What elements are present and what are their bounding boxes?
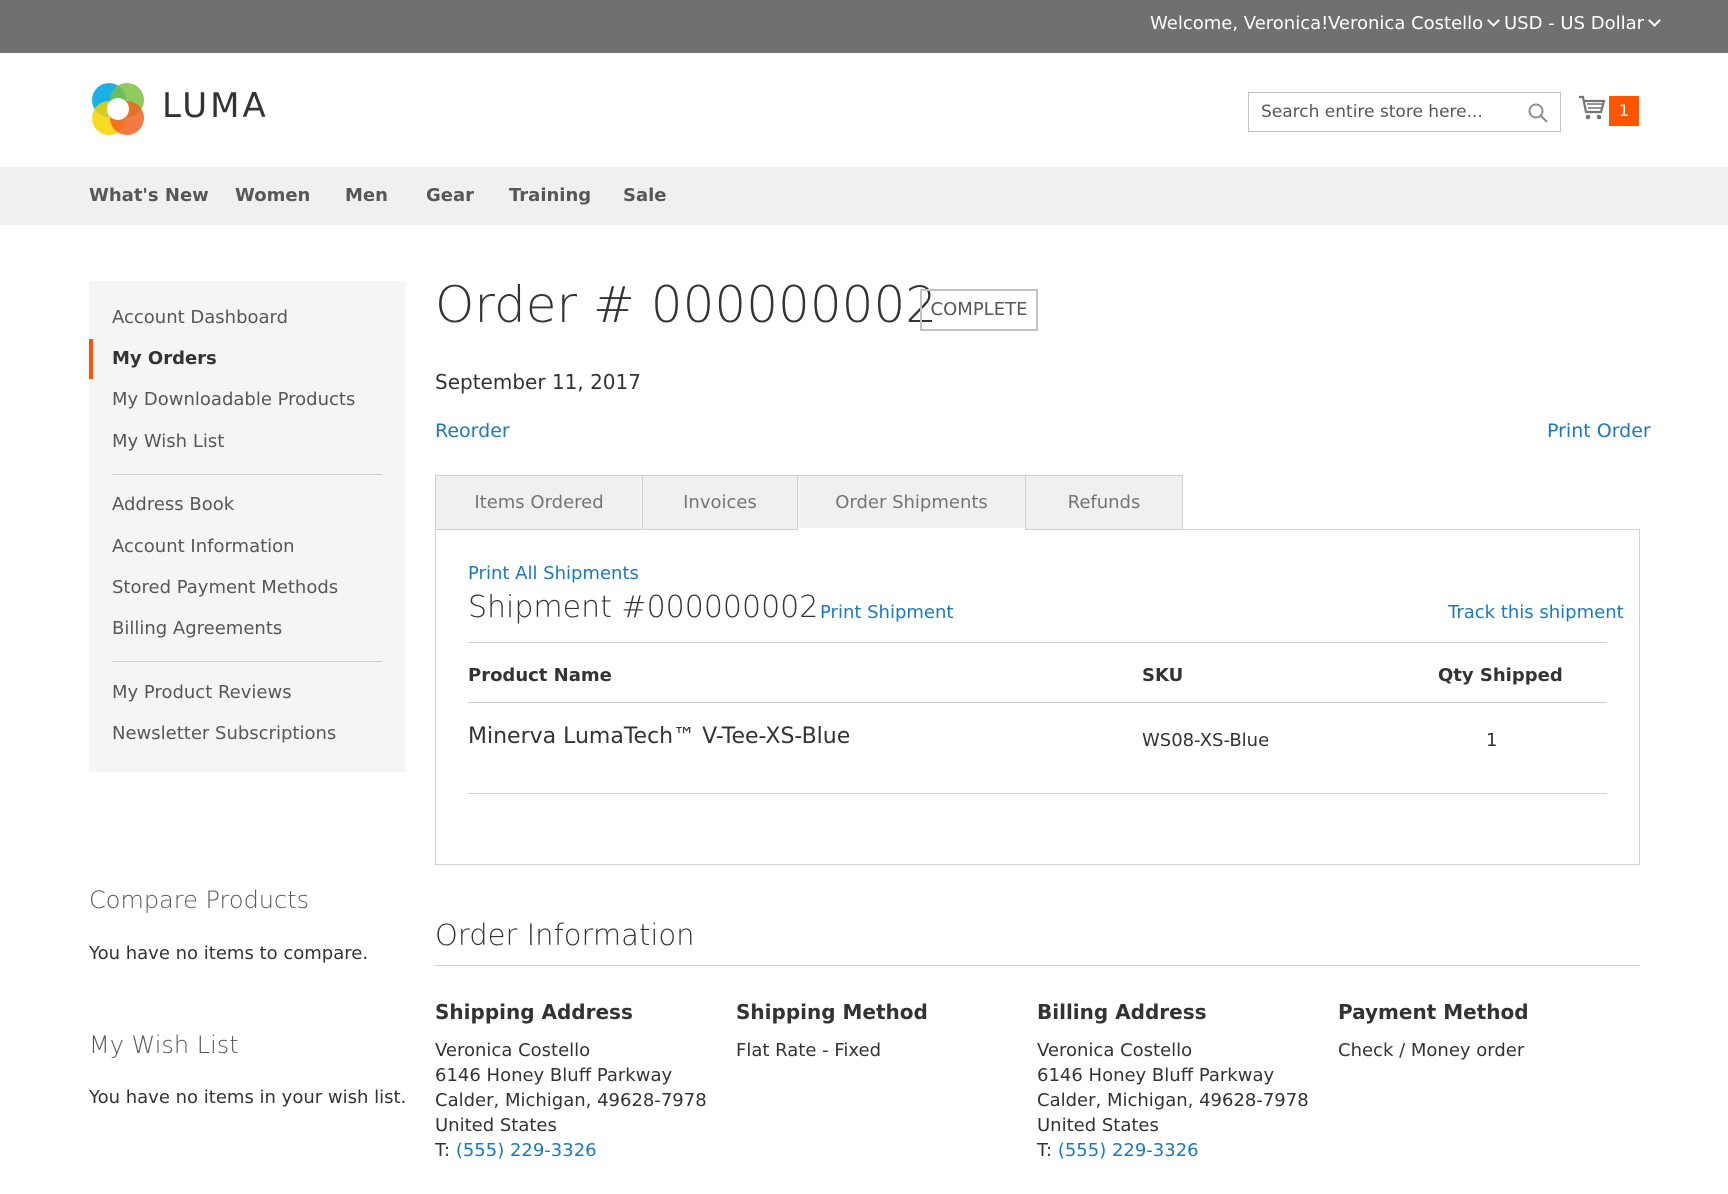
order-information-title: Order Information — [435, 918, 695, 952]
product-name: Minerva LumaTech™ V-Tee-XS-Blue — [468, 724, 851, 749]
shipping-address-title: Shipping Address — [435, 1000, 633, 1024]
track-shipment-link[interactable]: Track this shipment — [1448, 602, 1624, 623]
active-indicator — [89, 339, 93, 379]
tab-refunds[interactable]: Refunds — [1025, 475, 1183, 530]
shipping-street: 6146 Honey Bluff Parkway — [435, 1065, 673, 1086]
active-tab-connector — [798, 528, 1025, 531]
nav-item-men[interactable]: Men — [345, 185, 388, 206]
sidebar-item-my-downloadable-products[interactable]: My Downloadable Products — [112, 389, 355, 410]
sidebar-item-my-orders: My Orders — [112, 348, 217, 369]
chevron-down-icon — [1648, 14, 1661, 27]
tab-items-ordered[interactable]: Items Ordered — [435, 475, 643, 530]
shipping-name: Veronica Costello — [435, 1040, 591, 1061]
payment-method-value: Check / Money order — [1338, 1040, 1525, 1061]
product-sku: WS08-XS-Blue — [1142, 730, 1270, 751]
shipping-phone-link[interactable]: (555) 229-3326 — [456, 1140, 597, 1161]
account-name: Veronica Costello — [1328, 13, 1484, 34]
shipping-country: United States — [435, 1115, 557, 1136]
status-badge: COMPLETE — [920, 289, 1038, 331]
cart-count-badge[interactable]: 1 — [1609, 96, 1639, 126]
divider — [435, 965, 1640, 966]
order-date: September 11, 2017 — [435, 370, 641, 394]
nav-item-gear[interactable]: Gear — [426, 185, 474, 206]
nav-item-sale[interactable]: Sale — [623, 185, 667, 206]
billing-street: 6146 Honey Bluff Parkway — [1037, 1065, 1275, 1086]
chevron-down-icon — [1487, 14, 1501, 27]
currency-label: USD - US Dollar — [1504, 13, 1645, 34]
payment-method-title: Payment Method — [1338, 1000, 1529, 1024]
billing-name: Veronica Costello — [1037, 1040, 1193, 1061]
main-navigation: What's New Women Men Gear Training Sale — [0, 167, 1728, 225]
wish-list-title: My Wish List — [89, 1031, 239, 1059]
currency-switcher[interactable]: USD - US Dollar — [1504, 13, 1661, 34]
billing-city: Calder, Michigan, 49628-7978 — [1037, 1090, 1309, 1111]
logo-text[interactable]: LUMA — [162, 86, 269, 126]
account-dropdown[interactable]: Veronica Costello — [1328, 13, 1501, 34]
column-header-qty-shipped: Qty Shipped — [1438, 665, 1563, 686]
shipping-method-title: Shipping Method — [736, 1000, 928, 1024]
shipping-city: Calder, Michigan, 49628-7978 — [435, 1090, 707, 1111]
nav-item-training[interactable]: Training — [509, 185, 591, 206]
tab-invoices[interactable]: Invoices — [642, 475, 798, 530]
shipping-phone: T: (555) 229-3326 — [435, 1140, 597, 1161]
divider — [468, 793, 1607, 794]
sidebar-item-stored-payment-methods[interactable]: Stored Payment Methods — [112, 577, 338, 598]
account-sidebar: Account Dashboard My Orders My Downloada… — [89, 281, 405, 772]
sidebar-item-newsletter-subscriptions[interactable]: Newsletter Subscriptions — [112, 723, 336, 744]
billing-address-title: Billing Address — [1037, 1000, 1207, 1024]
phone-prefix: T: — [435, 1140, 451, 1161]
cart-icon[interactable] — [1578, 94, 1606, 122]
billing-country: United States — [1037, 1115, 1159, 1136]
nav-item-whats-new[interactable]: What's New — [89, 185, 209, 206]
compare-products-title: Compare Products — [89, 886, 310, 914]
print-order-link[interactable]: Print Order — [1547, 420, 1651, 442]
billing-phone-link[interactable]: (555) 229-3326 — [1058, 1140, 1199, 1161]
qty-shipped: 1 — [1486, 730, 1498, 751]
divider — [468, 702, 1607, 703]
search-box — [1248, 92, 1561, 132]
column-header-sku: SKU — [1142, 665, 1184, 686]
page-title: Order # 000000002 — [435, 276, 938, 334]
reorder-link[interactable]: Reorder — [435, 420, 510, 442]
sidebar-divider — [112, 661, 382, 662]
top-panel: Welcome, Veronica! Veronica Costello USD… — [0, 0, 1728, 53]
print-shipment-link[interactable]: Print Shipment — [820, 602, 953, 623]
billing-phone: T: (555) 229-3326 — [1037, 1140, 1199, 1161]
search-input[interactable] — [1249, 93, 1509, 131]
sidebar-item-account-information[interactable]: Account Information — [112, 536, 295, 557]
compare-empty-text: You have no items to compare. — [89, 943, 369, 964]
print-all-shipments-link[interactable]: Print All Shipments — [468, 563, 639, 584]
divider — [468, 642, 1607, 643]
welcome-message: Welcome, Veronica! — [1150, 13, 1329, 34]
sidebar-item-billing-agreements[interactable]: Billing Agreements — [112, 618, 282, 639]
sidebar-item-my-product-reviews[interactable]: My Product Reviews — [112, 682, 292, 703]
shipment-title: Shipment #000000002 — [468, 590, 819, 625]
shipping-method-value: Flat Rate - Fixed — [736, 1040, 882, 1061]
nav-item-women[interactable]: Women — [235, 185, 310, 206]
sidebar-divider — [112, 474, 382, 475]
phone-prefix: T: — [1037, 1140, 1053, 1161]
wish-list-empty-text: You have no items in your wish list. — [89, 1087, 407, 1108]
sidebar-item-my-wish-list[interactable]: My Wish List — [112, 431, 224, 452]
tab-order-shipments[interactable]: Order Shipments — [797, 475, 1026, 530]
search-icon[interactable] — [1528, 103, 1548, 123]
luma-logo-icon[interactable] — [89, 80, 147, 138]
sidebar-item-address-book[interactable]: Address Book — [112, 494, 234, 515]
column-header-product-name: Product Name — [468, 665, 612, 686]
sidebar-item-account-dashboard[interactable]: Account Dashboard — [112, 307, 288, 328]
